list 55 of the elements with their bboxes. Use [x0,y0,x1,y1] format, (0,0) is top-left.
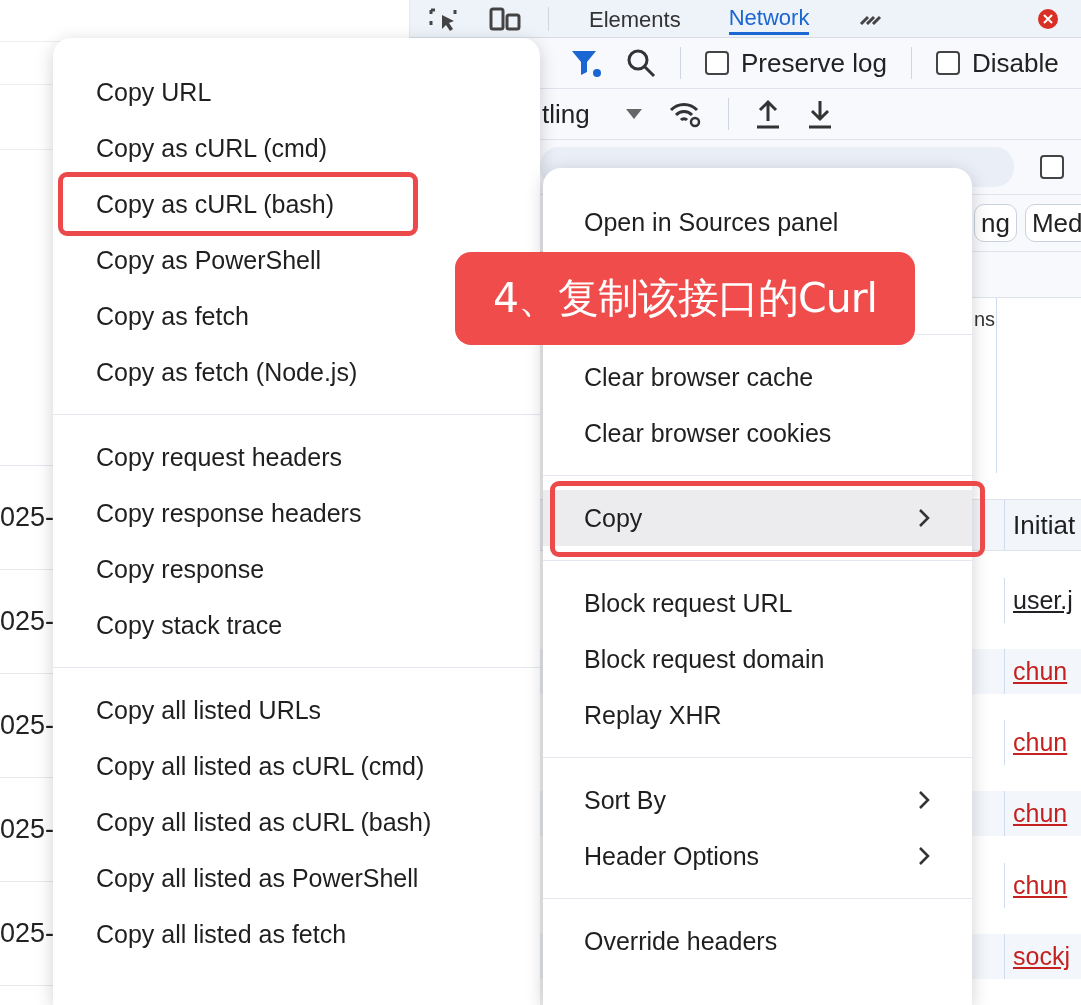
menu-item[interactable]: Copy all listed URLs [53,682,364,738]
checkbox[interactable]: Disable [935,47,1059,79]
caret-icon[interactable] [625,109,642,119]
menu-item[interactable]: Copy [543,490,972,546]
menu-item[interactable]: Copy stack trace [53,597,325,653]
date-cell: 025- [0,606,55,637]
menu-item[interactable]: Copy as cURL (bash) [53,176,377,232]
menu-item[interactable]: Replay XHR [543,687,972,743]
type-filter-chip[interactable]: Med [1024,204,1081,242]
initiator-link[interactable]: chun [1005,728,1081,757]
menu-item[interactable]: Open in Sources panel [543,194,972,250]
menu-item[interactable]: Copy as PowerShell [53,232,364,288]
menu-item[interactable]: Clear browser cookies [543,405,972,461]
menu-item[interactable]: Copy response [53,541,307,597]
menu-item[interactable]: Block request domain [543,631,972,687]
error-icon [1037,7,1060,30]
initiator-link[interactable]: chun [1005,656,1081,686]
search-icon[interactable] [626,48,656,78]
menu-item[interactable]: Copy as fetch (Node.js) [53,344,400,400]
column-header[interactable]: Initiat [1005,509,1081,541]
date-cell: 025- [0,814,55,845]
annotation-label: 4、复制该接口的Curl [455,252,915,345]
menu-item[interactable]: Sort By [543,772,972,828]
menu-item[interactable]: Copy as fetch [53,288,291,344]
menu-item[interactable]: Header Options [543,828,972,884]
checkbox[interactable]: Preserve log [705,47,887,79]
initiator-link[interactable]: user.j [1005,585,1081,615]
menu-item[interactable]: Clear browser cache [543,349,972,405]
type-filter-chip[interactable]: ng [974,204,1017,242]
download-icon[interactable] [806,99,833,129]
column-header: ns [973,308,995,332]
menu-item[interactable]: Copy all listed as PowerShell [53,850,461,906]
date-cell: 025- [0,918,55,949]
throttling-dropdown[interactable]: tling [542,98,590,130]
date-cell: 025- [0,710,55,741]
upload-icon[interactable] [754,99,781,129]
menu-item[interactable]: Copy all listed as cURL (cmd) [53,738,467,794]
initiator-link[interactable]: sockj [1005,941,1081,971]
menu-item[interactable]: Copy URL [53,64,254,120]
menu-item[interactable]: Copy all listed as cURL (bash) [53,794,474,850]
menu-item[interactable]: Block request URL [543,575,972,631]
initiator-link[interactable]: chun [1005,870,1081,900]
date-cell: 025- [0,502,55,533]
menu-item[interactable]: Copy all listed as fetch [53,906,389,962]
menu-item[interactable]: Copy as cURL (cmd) [53,120,370,176]
panel-tab[interactable]: Elements [589,3,681,34]
device-icon[interactable] [488,6,522,31]
initiator-link[interactable]: chun [1005,799,1081,829]
panel-tab[interactable]: Network [728,2,810,35]
network-settings-icon[interactable] [667,100,702,128]
menu-item[interactable]: Copy request headers [53,429,384,485]
menu-item[interactable]: Override headers [543,913,972,969]
filter-icon[interactable] [570,48,602,78]
menu-item[interactable]: Copy response headers [53,485,404,541]
checkbox[interactable] [1040,155,1064,179]
